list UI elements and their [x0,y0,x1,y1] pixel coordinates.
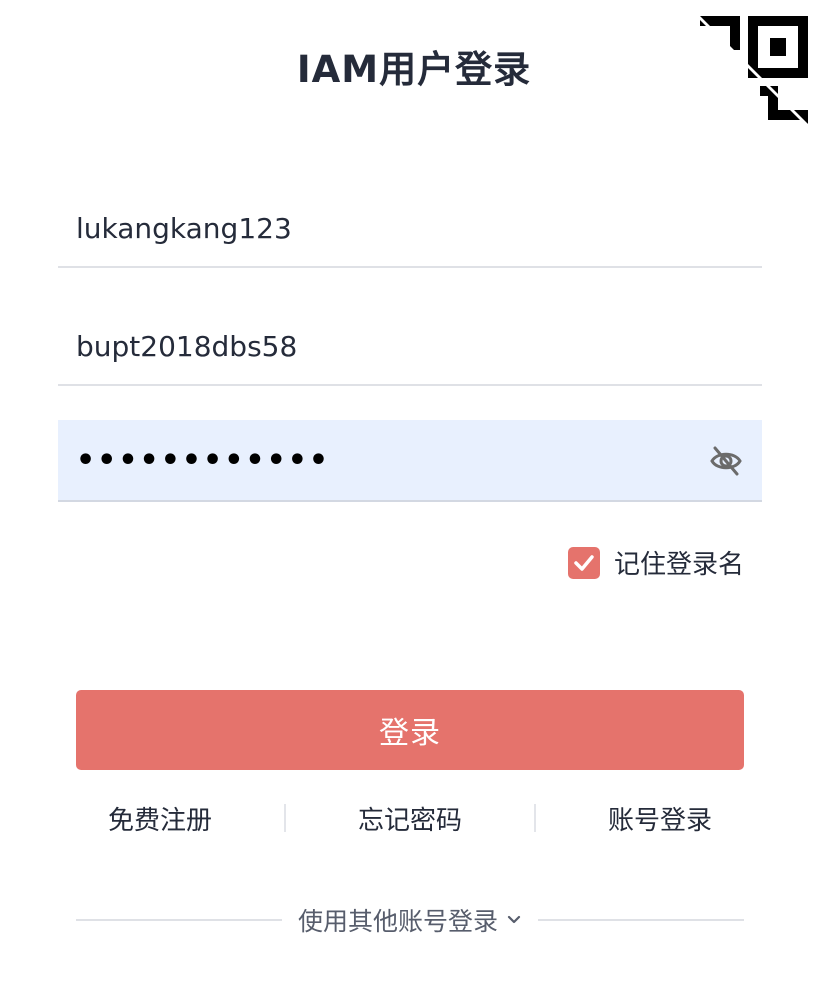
other-login-label: 使用其他账号登录 [298,907,499,936]
remember-checkbox[interactable] [567,546,600,579]
account-input[interactable] [58,211,762,245]
username-field [58,308,762,386]
password-input[interactable] [58,442,762,478]
username-input[interactable] [58,329,762,363]
register-link[interactable]: 免费注册 [36,800,284,837]
checkmark-icon [574,554,594,571]
other-login-section: 使用其他账号登录 [76,898,745,942]
divider-left [76,919,282,921]
forgot-password-link[interactable]: 忘记密码 [286,800,534,837]
auxiliary-links: 免费注册 忘记密码 账号登录 [36,796,784,840]
divider-right [538,919,745,921]
password-field [58,420,762,502]
other-login-toggle[interactable]: 使用其他账号登录 [282,902,538,938]
account-field [58,190,762,268]
remember-label: 记住登录名 [613,550,744,580]
login-button[interactable]: 登录 [76,690,744,770]
account-login-link[interactable]: 账号登录 [536,800,784,837]
qr-code-corner-icon[interactable] [700,16,808,124]
chevron-down-icon [507,915,521,924]
eye-slash-icon[interactable] [708,443,744,479]
remember-username-toggle[interactable]: 记住登录名 [567,544,744,581]
login-page: IAM用户登录 记住登录名 登录 免费注册 忘记密码 [0,0,828,992]
